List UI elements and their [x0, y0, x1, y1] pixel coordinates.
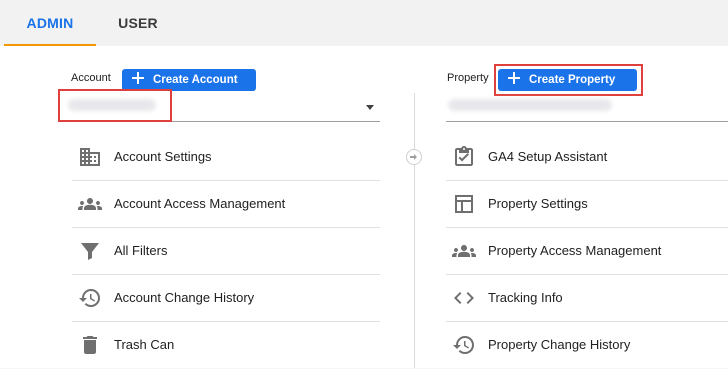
tab-bar: ADMIN USER — [0, 0, 728, 46]
create-property-button[interactable]: Create Property — [498, 69, 637, 91]
menu-item-label: Account Settings — [114, 149, 212, 164]
plus-icon — [508, 72, 520, 84]
code-icon — [452, 286, 476, 310]
people-icon — [452, 239, 476, 263]
chevron-down-icon — [366, 105, 374, 110]
building-icon — [78, 145, 102, 169]
create-account-label: Create Account — [153, 74, 238, 86]
account-selector[interactable] — [60, 93, 380, 122]
menu-item-all-filters[interactable]: All Filters — [72, 228, 380, 275]
menu-item-account-settings[interactable]: Account Settings — [72, 134, 380, 181]
menu-item-label: Trash Can — [114, 337, 175, 352]
tab-admin[interactable]: ADMIN — [4, 0, 96, 46]
menu-item-label: Account Change History — [114, 290, 255, 305]
column-divider — [414, 93, 415, 368]
menu-item-ga4-setup-assistant[interactable]: GA4 Setup Assistant — [446, 134, 728, 181]
filter-icon — [78, 239, 102, 263]
menu-item-account-change-history[interactable]: Account Change History — [72, 275, 380, 322]
account-name-redacted — [68, 99, 156, 111]
plus-icon — [132, 72, 144, 84]
menu-item-label: Tracking Info — [488, 290, 563, 305]
arrow-right-icon — [406, 149, 422, 165]
menu-item-label: Account Access Management — [114, 196, 286, 211]
layout-icon — [452, 192, 476, 216]
tab-user[interactable]: USER — [104, 0, 172, 46]
menu-item-label: Property Change History — [488, 337, 631, 352]
menu-item-trash-can[interactable]: Trash Can — [72, 322, 380, 369]
people-icon — [78, 192, 102, 216]
history-icon — [78, 286, 102, 310]
menu-item-label: GA4 Setup Assistant — [488, 149, 608, 164]
property-label: Property — [447, 72, 489, 84]
clipboard-check-icon — [452, 145, 476, 169]
menu-item-account-access-management[interactable]: Account Access Management — [72, 181, 380, 228]
menu-item-property-access-management[interactable]: Property Access Management — [446, 228, 728, 275]
history-icon — [452, 333, 476, 357]
menu-item-property-settings[interactable]: Property Settings — [446, 181, 728, 228]
menu-item-property-change-history[interactable]: Property Change History — [446, 322, 728, 369]
create-account-button[interactable]: Create Account — [122, 69, 256, 91]
menu-item-tracking-info[interactable]: Tracking Info — [446, 275, 728, 322]
menu-item-label: All Filters — [114, 243, 168, 258]
menu-item-label: Property Access Management — [488, 243, 662, 258]
property-selector[interactable] — [446, 93, 728, 122]
trash-icon — [78, 333, 102, 357]
account-label: Account — [71, 72, 111, 84]
create-property-label: Create Property — [529, 74, 616, 86]
menu-item-label: Property Settings — [488, 196, 588, 211]
property-name-redacted — [448, 99, 612, 111]
